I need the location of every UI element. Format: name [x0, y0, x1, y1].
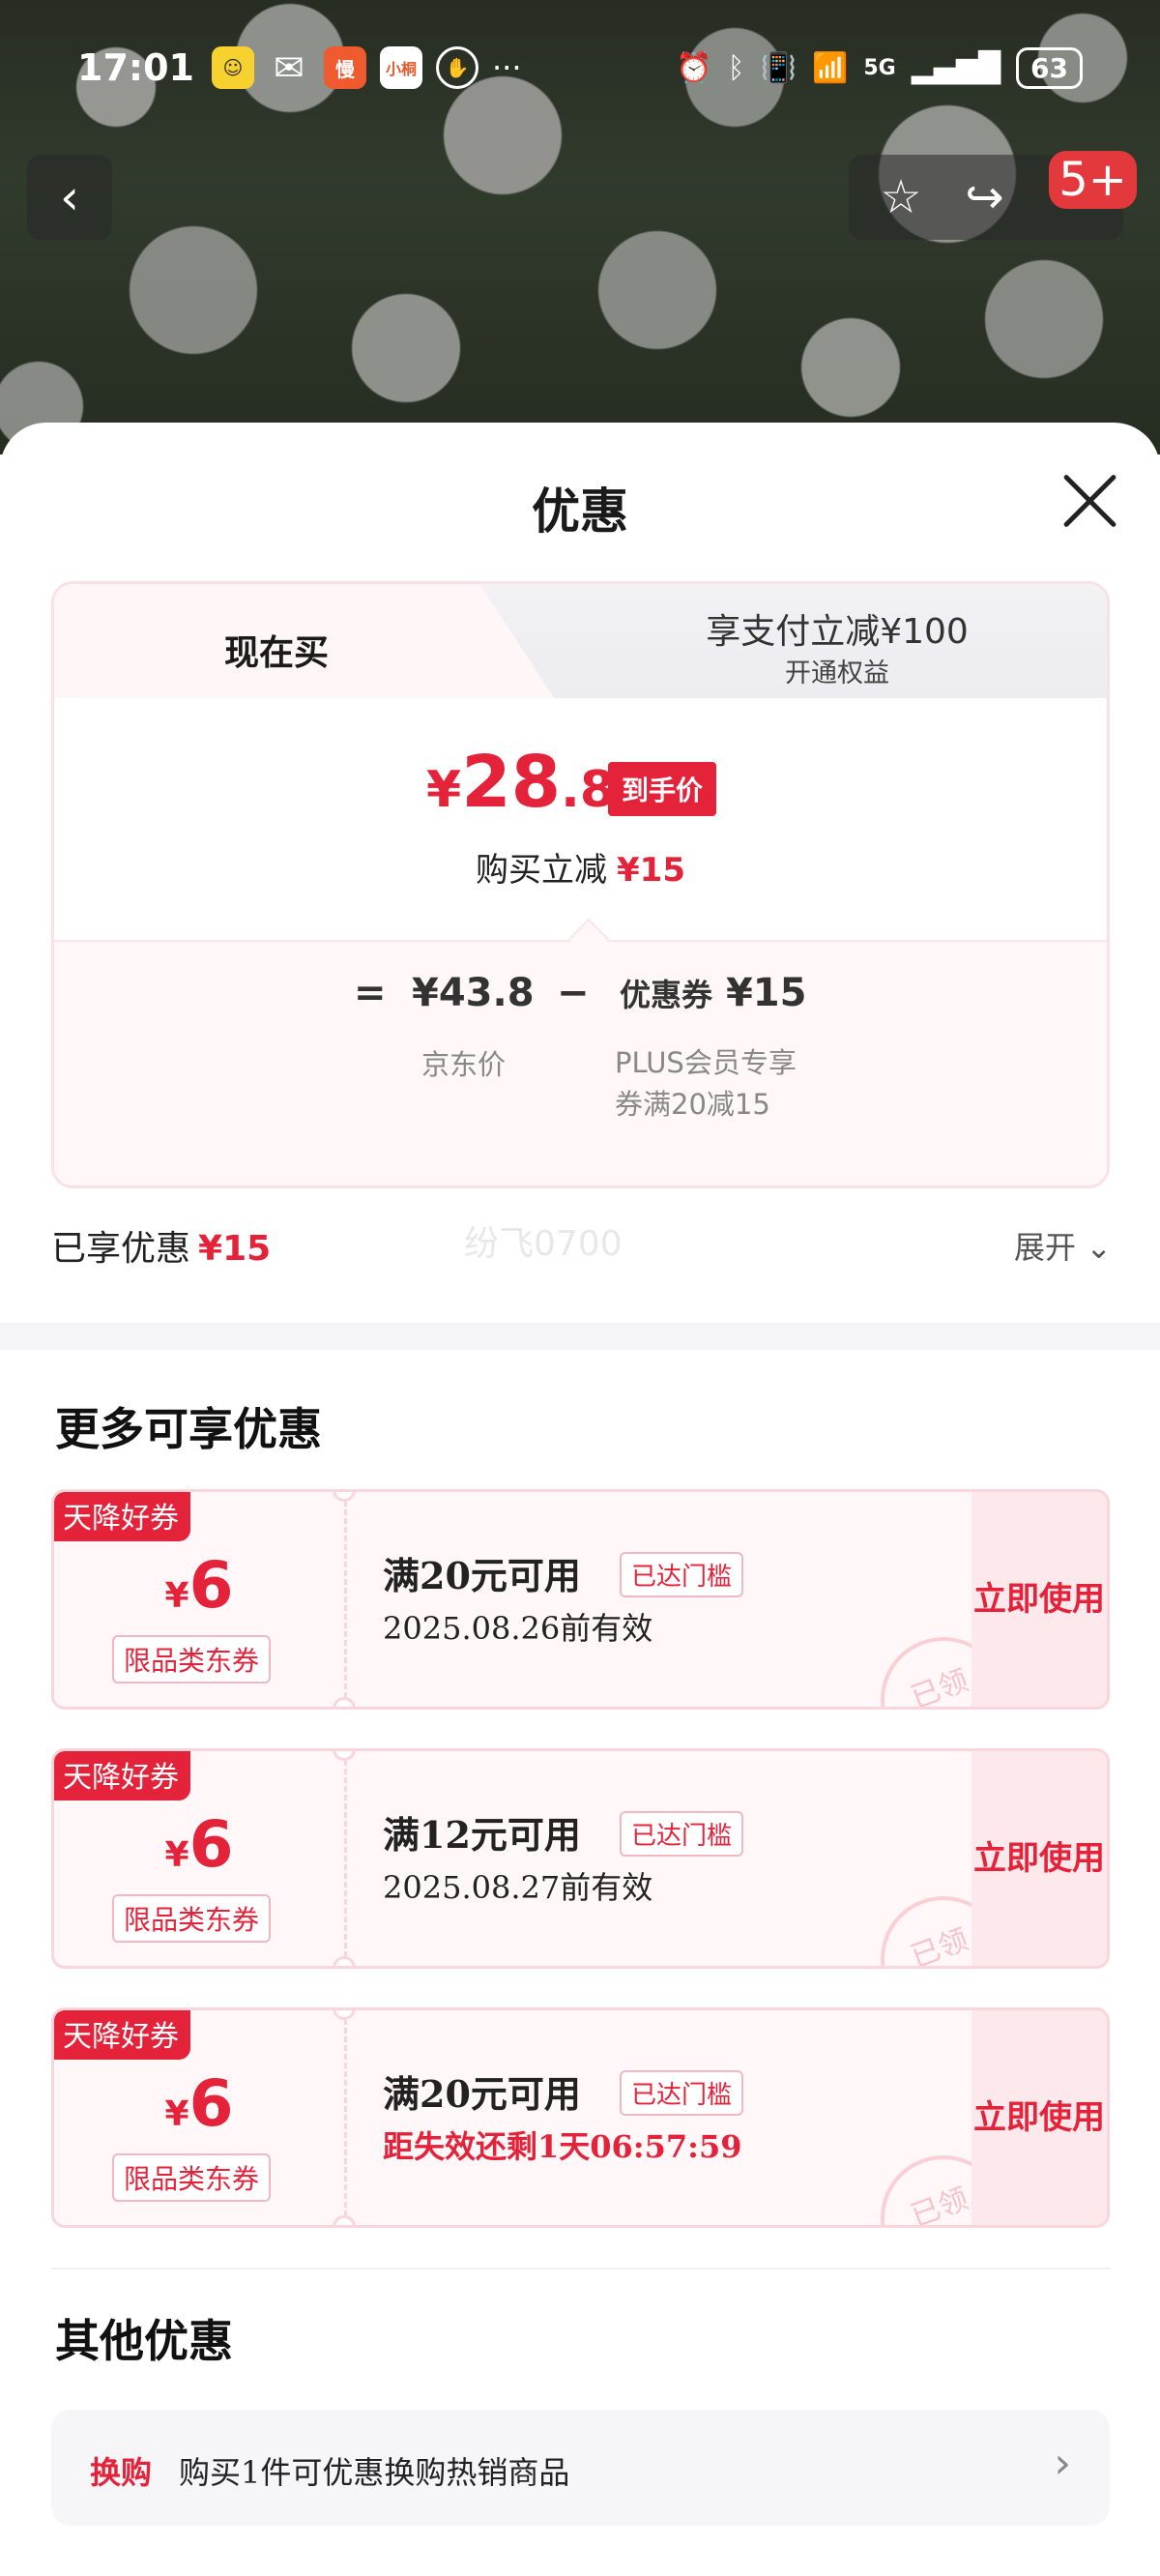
sheet-title: 优惠	[532, 483, 628, 540]
jd-price-label: 京东价	[421, 1048, 507, 1081]
purchase-reduction: 购买立减 ¥15	[476, 851, 685, 890]
status-app-icons: ☺ ✉ 慢 小桐 ✋ ···	[211, 46, 522, 89]
coupon-validity: 2025.08.26前有效	[383, 1610, 653, 1647]
tab-pay-discount[interactable]: 享支付立减¥100	[595, 603, 1079, 654]
tab-buy-now-label: 现在买	[223, 632, 329, 673]
xiaohongshu-icon: 小桐	[379, 46, 422, 89]
chevron-right-icon: ›	[1054, 2439, 1071, 2488]
coupon-divider	[344, 1492, 347, 1707]
coupon-tag: 天降好券	[54, 2010, 190, 2060]
use-now-button[interactable]: 立即使用	[972, 2010, 1107, 2225]
coupon-card[interactable]: 天降好券 ¥6 限品类东券 满20元可用 已达门槛 2025.08.26前有效 …	[51, 1489, 1110, 1710]
other-offers-title: 其他优惠	[55, 2315, 233, 2367]
expand-button[interactable]: 展开 ⌄	[1014, 1223, 1112, 1268]
coupon-value: ¥6	[164, 2066, 234, 2141]
trade-in-text: 购买1件可优惠换购热销商品	[179, 2454, 570, 2491]
equals-sign: =	[354, 971, 387, 1015]
price-breakdown: = ¥43.8 − 优惠券 ¥15 京东价 PLUS会员专享券满20减15	[54, 940, 1107, 1186]
final-price-block: ¥28.8 到手价 购买立减 ¥15	[54, 698, 1107, 940]
threshold-reached-badge: 已达门槛	[620, 2070, 744, 2116]
final-price: ¥28.8	[426, 741, 616, 824]
price-card: 现在买 享支付立减¥100 开通权益 ¥28.8 到手价 购买立减 ¥15 = ¥…	[51, 581, 1110, 1188]
divider	[51, 2268, 1110, 2269]
discount-sheet: 优惠 现在买 享支付立减¥100 开通权益 ¥28.8 到手价 购买立减 ¥15 …	[0, 423, 1160, 2576]
signal-icon: ▂▄▆█	[911, 50, 1001, 85]
share-icon[interactable]: ↪	[966, 170, 1004, 224]
trade-in-tag: 换购	[90, 2454, 153, 2491]
coupon-value: ¥6	[164, 1548, 234, 1623]
more-offers-title: 更多可享优惠	[55, 1403, 322, 1455]
enjoyed-discount: 已享优惠 ¥15	[51, 1229, 272, 1269]
minus-sign: −	[557, 971, 590, 1015]
coupon-description: PLUS会员专享券满20减15	[615, 1046, 797, 1121]
threshold-reached-badge: 已达门槛	[620, 1811, 744, 1857]
coupon-tag: 天降好券	[54, 1751, 190, 1800]
top-actions: ☆ ↪ ··· 5+	[849, 151, 1137, 240]
coupon-countdown: 距失效还剩1天06:57:59	[383, 2128, 742, 2165]
coupon-tag: 天降好券	[54, 1492, 190, 1541]
bluetooth-icon: ᛒ	[727, 50, 745, 85]
tab-buy-now[interactable]: 现在买	[54, 584, 566, 702]
favorite-star-icon[interactable]: ☆	[880, 170, 921, 224]
coupon-card[interactable]: 天降好券 ¥6 限品类东券 满12元可用 已达门槛 2025.08.27前有效 …	[51, 1748, 1110, 1969]
coupon-condition: 满20元可用	[383, 2072, 581, 2116]
trade-in-offer-row[interactable]: 换购 购买1件可优惠换购热销商品 ›	[51, 2410, 1110, 2526]
status-bar: 17:01 ☺ ✉ 慢 小桐 ✋ ··· ⏰ ᛒ 📳 📶 5G ▂▄▆█ 63	[0, 0, 1160, 135]
coupon-type: 限品类东券	[112, 2153, 272, 2202]
coupon-type: 限品类东券	[112, 1635, 272, 1683]
watermark: 纷飞0700	[464, 1224, 623, 1264]
coupon-validity: 2025.08.27前有效	[383, 1869, 653, 1906]
tab-pay-discount-sub: 开通权益	[785, 659, 889, 688]
coupon-type: 限品类东券	[112, 1894, 272, 1943]
hand-icon: ✋	[435, 46, 478, 89]
battery-indicator: 63	[1016, 46, 1083, 89]
jd-price: ¥43.8	[412, 971, 535, 1015]
coupon-divider	[344, 1751, 347, 1966]
status-time: 17:01	[77, 46, 194, 89]
alarm-icon: ⏰	[676, 50, 712, 85]
coupon-value: ¥6	[164, 1807, 234, 1882]
coupon-condition: 满20元可用	[383, 1554, 581, 1597]
chevron-down-icon: ⌄	[1086, 1229, 1112, 1266]
coupon-card[interactable]: 天降好券 ¥6 限品类东券 满20元可用 已达门槛 距失效还剩1天06:57:5…	[51, 2007, 1110, 2228]
status-right: ⏰ ᛒ 📳 📶 5G ▂▄▆█ 63	[676, 46, 1083, 89]
message-badge: 5+	[1049, 151, 1137, 209]
coupon-condition: 满12元可用	[383, 1813, 581, 1857]
use-now-button[interactable]: 立即使用	[972, 1751, 1107, 1966]
threshold-reached-badge: 已达门槛	[620, 1552, 744, 1597]
network-label: 5G	[863, 55, 896, 80]
use-now-button[interactable]: 立即使用	[972, 1492, 1107, 1707]
chevron-left-icon: ‹	[60, 169, 79, 225]
app-yellow-icon: ☺	[211, 46, 254, 89]
final-price-badge: 到手价	[608, 762, 717, 816]
section-separator	[0, 1323, 1160, 1350]
more-notifications-icon: ···	[491, 49, 522, 86]
close-button[interactable]	[1059, 471, 1119, 531]
vibrate-icon: 📳	[760, 50, 797, 85]
coupon-divider	[344, 2010, 347, 2225]
man-app-icon: 慢	[323, 46, 366, 89]
wifi-icon: 📶	[812, 50, 849, 85]
back-button[interactable]: ‹	[27, 155, 112, 240]
wechat-icon: ✉	[274, 46, 304, 89]
coupon-deduction: 优惠券 ¥15	[620, 971, 807, 1015]
